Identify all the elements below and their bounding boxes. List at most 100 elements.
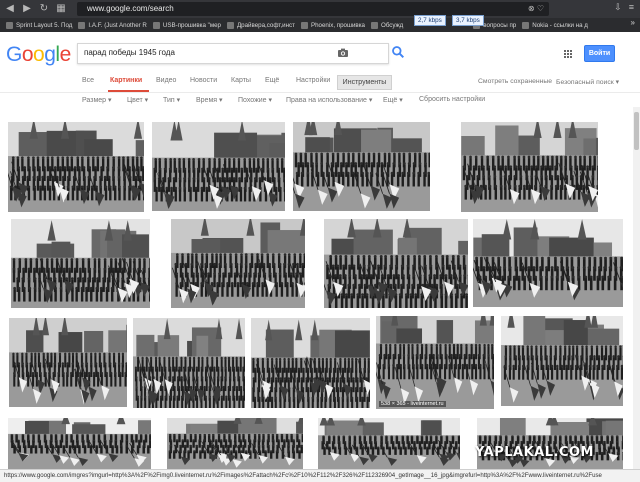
google-apps-icon[interactable] — [564, 50, 572, 58]
bookmark-item[interactable]: I.A.F. (Just Another R — [78, 21, 147, 29]
downloads-icon[interactable]: ⇩ — [614, 2, 622, 13]
bookmarks-overflow-icon[interactable]: » — [631, 18, 635, 27]
chevron-down-icon: ▾ — [108, 97, 112, 104]
photo-thumbnail — [152, 122, 285, 211]
photo-thumbnail — [9, 318, 127, 407]
clear-icon[interactable]: ⊗ — [528, 4, 535, 13]
photo-thumbnail — [501, 316, 623, 406]
image-result[interactable]: 538 × 365 - liveinternet.ru — [376, 316, 494, 409]
tab-images[interactable]: Картинки — [110, 77, 142, 84]
photo-thumbnail — [461, 122, 598, 212]
google-logo[interactable]: Google — [6, 43, 71, 67]
menu-icon[interactable]: ≡ — [629, 2, 634, 13]
favicon-icon — [522, 21, 530, 29]
image-result[interactable] — [9, 318, 127, 407]
image-result[interactable] — [11, 219, 150, 308]
photo-thumbnail — [251, 318, 370, 408]
search-input[interactable]: парад победы 1945 года — [77, 43, 389, 64]
photo-thumbnail — [324, 219, 468, 308]
chevron-down-icon: ▾ — [268, 97, 273, 104]
photo-thumbnail — [318, 418, 460, 469]
tab-settings[interactable]: Настройки — [296, 77, 330, 84]
filter-similar[interactable]: Похожие ▾ — [238, 96, 272, 104]
browser-actions: ⇩ ≡ — [614, 2, 634, 13]
favicon-icon — [226, 21, 234, 29]
image-result[interactable] — [318, 418, 460, 469]
tools-button[interactable]: Инструменты — [337, 75, 392, 90]
forward-icon[interactable]: ▶ — [20, 2, 34, 16]
bookmark-item[interactable]: Nokia - ссылки на д — [522, 21, 588, 29]
tab-maps[interactable]: Карты — [231, 77, 251, 84]
page-scrollbar[interactable] — [633, 107, 640, 469]
search-icon[interactable] — [391, 45, 405, 59]
apps-grid-icon[interactable]: ▦ — [54, 2, 68, 16]
status-url: https://www.google.com/imgres?imgurl=htt… — [4, 472, 602, 479]
favicon-icon — [371, 21, 378, 29]
scrollbar-thumb[interactable] — [634, 112, 639, 150]
favicon-icon — [152, 21, 160, 29]
chevron-down-icon: ▾ — [176, 97, 181, 104]
photo-thumbnail — [473, 219, 623, 307]
bookmark-item[interactable]: Phoenix, прошивка — [300, 21, 365, 29]
tab-all[interactable]: Все — [82, 77, 94, 84]
tab-news[interactable]: Новости — [190, 77, 217, 84]
bookmark-item[interactable]: Обсужд — [371, 21, 403, 29]
chevron-down-icon: ▾ — [368, 97, 373, 104]
signin-button[interactable]: Войти — [584, 45, 615, 62]
filter-size[interactable]: Размер ▾ — [82, 96, 112, 104]
back-icon[interactable]: ◀ — [3, 2, 17, 16]
download-speed-badge: 2,7 kbps — [414, 15, 446, 26]
camera-icon[interactable] — [337, 47, 349, 59]
image-result[interactable] — [461, 122, 598, 212]
status-bar: https://www.google.com/imgres?imgurl=htt… — [0, 469, 640, 482]
photo-thumbnail — [8, 122, 144, 212]
image-caption: 538 × 365 - liveinternet.ru — [379, 401, 446, 407]
search-query: парад победы 1945 года — [84, 48, 175, 57]
reload-icon[interactable]: ↻ — [37, 2, 51, 16]
favicon-icon — [6, 21, 13, 29]
image-result[interactable] — [167, 418, 303, 469]
tab-more[interactable]: Ещё — [265, 77, 279, 84]
filter-bar: Размер ▾ Цвет ▾ Тип ▾ Время ▾ Похожие ▾ … — [0, 95, 640, 107]
site-watermark: YAPLAKAL.COM — [475, 445, 594, 460]
browser-toolbar: ◀ ▶ ↻ ▦ www.google.com/search ⊗ ♡ ⇩ ≡ — [0, 0, 640, 18]
filter-type[interactable]: Тип ▾ — [163, 96, 180, 104]
address-bar[interactable]: www.google.com/search ⊗ ♡ — [77, 2, 549, 16]
image-result[interactable] — [133, 318, 245, 408]
photo-thumbnail — [8, 418, 151, 469]
bookmark-item[interactable]: USB-прошивка "мер — [152, 21, 221, 29]
bookmark-item[interactable]: Драйвера,софт,инст — [226, 21, 295, 29]
safe-search-dropdown[interactable]: Безопасный поиск ▾ — [556, 78, 619, 86]
filter-usage-rights[interactable]: Права на использование ▾ — [286, 96, 372, 104]
image-result[interactable] — [477, 418, 623, 469]
photo-thumbnail — [133, 318, 245, 408]
favicon-icon — [300, 21, 308, 29]
image-result[interactable] — [8, 418, 151, 469]
image-result[interactable] — [152, 122, 285, 211]
image-result[interactable] — [324, 219, 468, 308]
image-result[interactable] — [501, 316, 623, 406]
photo-thumbnail — [171, 219, 305, 308]
bookmark-item[interactable]: Sprint Layout 5. Под — [6, 21, 72, 29]
image-result[interactable] — [293, 122, 430, 211]
filter-more[interactable]: Ещё ▾ — [383, 96, 403, 104]
saved-images-link[interactable]: Смотреть сохраненные — [478, 78, 552, 85]
photo-thumbnail — [293, 122, 430, 211]
reset-settings-link[interactable]: Сбросить настройки — [419, 96, 485, 103]
tab-video[interactable]: Видео — [156, 77, 176, 84]
image-result[interactable] — [251, 318, 370, 408]
chevron-down-icon: ▾ — [615, 79, 620, 86]
chevron-down-icon: ▾ — [399, 97, 403, 104]
filter-time[interactable]: Время ▾ — [196, 96, 223, 104]
photo-thumbnail — [167, 418, 303, 469]
photo-thumbnail — [376, 316, 494, 409]
bookmarks-bar: Sprint Layout 5. Под I.A.F. (Just Anothe… — [0, 18, 640, 32]
filter-color[interactable]: Цвет ▾ — [127, 96, 148, 104]
divider — [0, 92, 640, 93]
image-result[interactable] — [8, 122, 144, 212]
photo-thumbnail — [477, 418, 623, 469]
bookmark-heart-icon[interactable]: ♡ — [537, 4, 544, 13]
image-result[interactable] — [473, 219, 623, 307]
favicon-icon — [78, 21, 86, 29]
image-result[interactable] — [171, 219, 305, 308]
